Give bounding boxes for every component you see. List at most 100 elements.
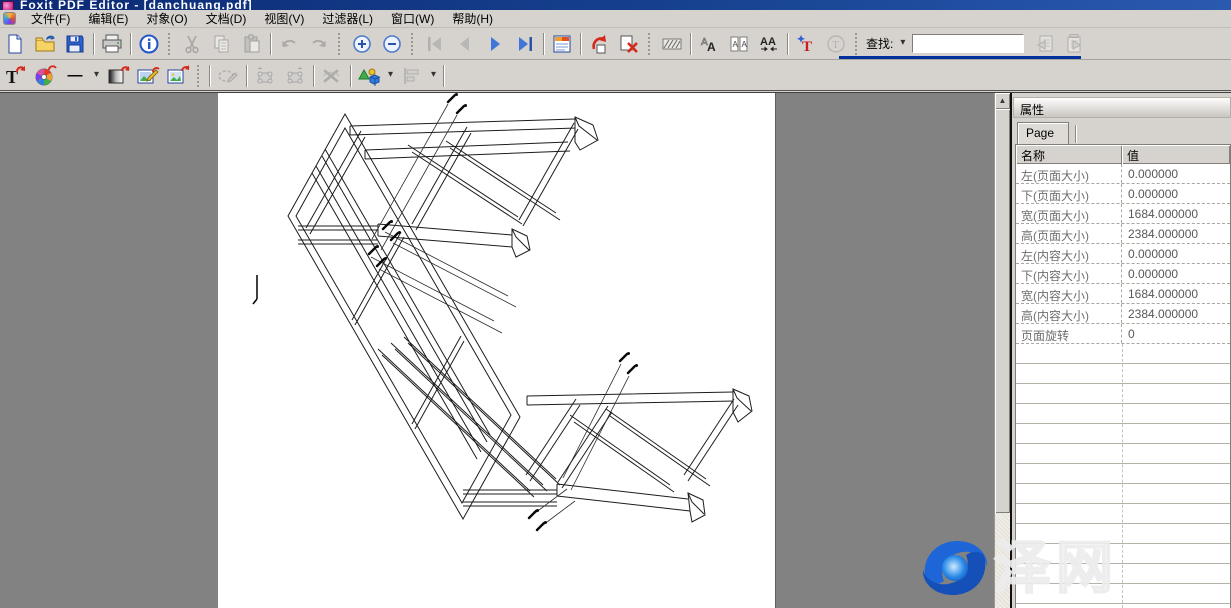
last-page-button[interactable] <box>510 31 540 57</box>
toolbar-separator <box>347 64 354 88</box>
tab-page[interactable]: Page <box>1017 122 1069 144</box>
find-next-icon <box>1064 33 1086 55</box>
property-row[interactable]: 页面旋转 0 <box>1016 324 1230 344</box>
properties-caption[interactable]: 属性 <box>1013 97 1231 118</box>
delete-page-button[interactable] <box>614 31 644 57</box>
property-name: 高(页面大小) <box>1016 224 1122 243</box>
replace-font-button[interactable]: AA <box>694 31 724 57</box>
chevron-down-icon: ▾ <box>900 37 905 48</box>
align-objects-button <box>397 63 427 89</box>
path-edit-icon <box>216 64 240 88</box>
property-row[interactable]: 下(内容大小) 0.000000 <box>1016 264 1230 284</box>
property-row[interactable]: 宽(内容大小) 1684.000000 <box>1016 284 1230 304</box>
line-tool-button[interactable]: — <box>60 63 90 89</box>
menu-filter[interactable]: 过滤器(L) <box>313 9 382 29</box>
property-value[interactable]: 1684.000000 <box>1122 284 1230 303</box>
property-value[interactable]: 2384.000000 <box>1122 224 1230 243</box>
menu-view[interactable]: 视图(V) <box>255 9 313 29</box>
rotate-page-button[interactable] <box>584 31 614 57</box>
property-value[interactable]: 0.000000 <box>1122 264 1230 283</box>
first-page-button <box>420 31 450 57</box>
toolbar-separator <box>687 32 694 56</box>
shape-dropdown[interactable]: ▾ <box>384 68 397 83</box>
font-compare-button[interactable]: AA <box>724 31 754 57</box>
page-layout-icon <box>551 33 573 55</box>
insert-text-button[interactable]: T <box>791 31 821 57</box>
toolbar-separator <box>206 64 213 88</box>
gradient-cylinder-icon <box>106 64 130 88</box>
scroll-up-button[interactable]: ▲ <box>995 93 1010 109</box>
property-name: 下(内容大小) <box>1016 264 1122 283</box>
property-value[interactable]: 0.000000 <box>1122 184 1230 203</box>
new-document-icon <box>4 33 26 55</box>
property-value[interactable]: 0 <box>1122 324 1230 343</box>
text-tool-icon: T <box>3 64 27 88</box>
color-wheel-icon <box>33 64 57 88</box>
page-layout-button[interactable] <box>547 31 577 57</box>
text-spacing-button[interactable]: AA <box>754 31 784 57</box>
scroll-thumb[interactable] <box>995 109 1010 513</box>
property-row[interactable]: 宽(页面大小) 1684.000000 <box>1016 204 1230 224</box>
print-button[interactable] <box>97 31 127 57</box>
add-shading-button[interactable] <box>103 63 133 89</box>
find-label: 查找: <box>866 35 893 52</box>
svg-text:A: A <box>707 40 716 54</box>
open-file-button[interactable] <box>30 31 60 57</box>
line-tool-dropdown[interactable]: ▾ <box>90 68 103 83</box>
property-value[interactable]: 1684.000000 <box>1122 204 1230 223</box>
property-row[interactable]: 高(内容大小) 2384.000000 <box>1016 304 1230 324</box>
column-header-name[interactable]: 名称 <box>1016 145 1122 164</box>
pdf-page[interactable] <box>218 93 776 608</box>
app-icon <box>2 1 14 10</box>
property-row[interactable]: 高(页面大小) 2384.000000 <box>1016 224 1230 244</box>
undo-arrow-icon <box>278 33 300 55</box>
first-page-icon <box>424 33 446 55</box>
menu-file[interactable]: 文件(F) <box>22 9 79 29</box>
hatch-tool-button[interactable] <box>657 31 687 57</box>
menu-object[interactable]: 对象(O) <box>137 9 196 29</box>
hatch-pattern-icon <box>661 33 683 55</box>
menu-document[interactable]: 文档(D) <box>197 9 256 29</box>
toolbar-separator <box>310 64 317 88</box>
find-previous-button <box>1030 31 1060 57</box>
property-row[interactable]: 左(内容大小) 0.000000 <box>1016 244 1230 264</box>
property-value[interactable]: 0.000000 <box>1122 164 1230 183</box>
toolbar-main: AA AA AA T T 查找: ▾ <box>0 28 1231 60</box>
toolbar-separator <box>243 64 250 88</box>
property-row[interactable]: 左(页面大小) 0.000000 <box>1016 164 1230 184</box>
edit-image-button[interactable] <box>133 63 163 89</box>
zoom-in-button[interactable] <box>347 31 377 57</box>
toolbar-grip <box>197 65 206 87</box>
property-row[interactable]: 下(页面大小) 0.000000 <box>1016 184 1230 204</box>
vertical-scrollbar[interactable]: ▲ <box>994 93 1010 608</box>
menu-help[interactable]: 帮助(H) <box>443 9 502 29</box>
save-button[interactable] <box>60 31 90 57</box>
font-pages-icon: AA <box>728 33 750 55</box>
property-value[interactable]: 0.000000 <box>1122 244 1230 263</box>
next-page-button[interactable] <box>480 31 510 57</box>
new-document-button[interactable] <box>0 31 30 57</box>
add-color-object-button[interactable] <box>30 63 60 89</box>
toolbar-separator <box>784 32 791 56</box>
menu-window[interactable]: 窗口(W) <box>382 9 443 29</box>
insert-shape-button[interactable] <box>354 63 384 89</box>
svg-text:A: A <box>733 40 739 49</box>
document-canvas[interactable] <box>0 93 994 608</box>
svg-text:T: T <box>6 67 18 87</box>
zoom-out-button[interactable] <box>377 31 407 57</box>
properties-table-header: 名称 值 <box>1016 145 1230 164</box>
insert-image-button[interactable] <box>163 63 193 89</box>
property-name: 宽(内容大小) <box>1016 284 1122 303</box>
menu-bar: 文件(F) 编辑(E) 对象(O) 文档(D) 视图(V) 过滤器(L) 窗口(… <box>0 10 1231 28</box>
copy-icon <box>211 33 233 55</box>
font-replace-icon: AA <box>698 33 720 55</box>
property-value[interactable]: 2384.000000 <box>1122 304 1230 323</box>
column-header-value[interactable]: 值 <box>1122 145 1230 164</box>
document-info-button[interactable] <box>134 31 164 57</box>
find-input[interactable] <box>912 34 1024 53</box>
menu-edit[interactable]: 编辑(E) <box>79 9 137 29</box>
add-text-object-button[interactable]: T <box>0 63 30 89</box>
rotate-object-left-button <box>250 63 280 89</box>
find-dropdown-arrow[interactable]: ▾ <box>896 36 909 51</box>
find-toolbar-underline <box>839 56 1081 59</box>
